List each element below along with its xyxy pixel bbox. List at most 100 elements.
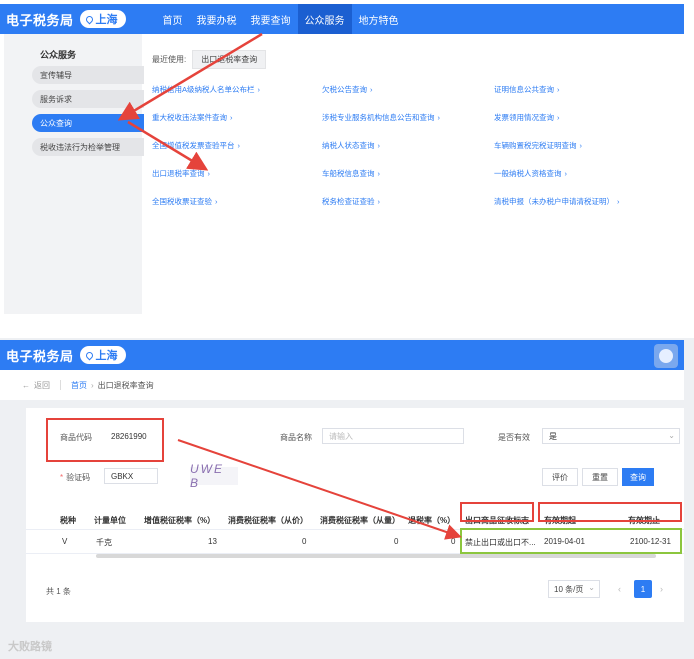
- recent-chip-export-rebate[interactable]: 出口退税率查询: [192, 50, 267, 69]
- link-text: 出口退税率查询: [152, 169, 205, 178]
- site-logo[interactable]: 电子税务局: [6, 346, 74, 365]
- cell-valid-from: 2019-04-01: [544, 537, 585, 546]
- link-general-taxpayer[interactable]: 一般纳税人资格查询 ›: [494, 168, 666, 196]
- valid-select-value: 是: [549, 431, 557, 441]
- user-icon: [659, 349, 673, 363]
- link-inspection-cert[interactable]: 税务检查证查验 ›: [322, 196, 494, 224]
- breadcrumb-current: 出口退税率查询: [97, 380, 154, 390]
- nav-home[interactable]: 首页: [156, 4, 190, 34]
- link-text: 全国增值税发票查验平台: [152, 141, 235, 150]
- breadcrumb-home[interactable]: 首页: [71, 380, 87, 391]
- link-vehicle-purchase-tax[interactable]: 车辆购置税完税证明查询 ›: [494, 140, 666, 168]
- captcha-label: * 验证码: [60, 472, 90, 483]
- cell-consumption-ad-valorem: 0: [302, 537, 307, 546]
- link-text: 一般纳税人资格查询: [494, 169, 562, 178]
- link-vat-invoice-check[interactable]: 全国增值税发票查验平台 ›: [152, 140, 322, 168]
- arrow-left-icon: ←: [22, 380, 30, 390]
- chevron-right-icon: ›: [557, 85, 560, 94]
- next-page-button[interactable]: ›: [660, 584, 663, 594]
- col-consumption-specific: 消费税征税率（从量）: [320, 516, 400, 525]
- link-export-rebate[interactable]: 出口退税率查询 ›: [152, 168, 322, 196]
- sidebar-item-violation-report[interactable]: 税收违法行为检举管理: [32, 138, 144, 156]
- link-major-violation[interactable]: 重大税收违法案件查询 ›: [152, 112, 322, 140]
- link-text: 清税申报（未办税户申请清税证明）: [494, 197, 614, 206]
- chevron-down-icon: ⌄: [668, 431, 675, 440]
- query-button[interactable]: 查询: [622, 468, 654, 486]
- user-avatar[interactable]: [654, 344, 678, 368]
- chevron-right-icon: ›: [377, 197, 381, 206]
- total-count: 共 1 条: [46, 587, 71, 596]
- back-button[interactable]: ← 返回: [22, 380, 50, 391]
- link-tax-agency[interactable]: 涉税专业服务机构信息公告和查询 ›: [322, 112, 494, 140]
- cell-unit: 千克: [96, 538, 112, 547]
- chevron-right-icon: ›: [215, 197, 218, 206]
- code-input[interactable]: 28261990: [104, 428, 246, 444]
- link-text: 车船税信息查询: [322, 169, 375, 178]
- evaluate-button[interactable]: 评价: [542, 468, 578, 486]
- chevron-right-icon: ›: [579, 141, 583, 150]
- col-consumption-ad-valorem: 消费税征税率（从价）: [228, 516, 308, 525]
- link-certificate-query[interactable]: 证明信息公共查询 ›: [494, 84, 666, 112]
- query-links: 纳税信用A级纳税人名单公布栏 › 欠税公告查询 › 证明信息公共查询 › 重大税收违法…: [152, 84, 682, 224]
- link-text: 涉税专业服务机构信息公告和查询: [322, 113, 435, 122]
- site-logo[interactable]: 电子税务局: [6, 10, 74, 29]
- divider: [60, 380, 61, 390]
- link-text: 纳税人状态查询: [322, 141, 375, 150]
- link-text: 纳税信用A级纳税人名单公布栏: [152, 85, 255, 94]
- chevron-right-icon: ›: [557, 113, 560, 122]
- page-number-current[interactable]: 1: [634, 580, 652, 598]
- location-label: 上海: [95, 350, 118, 362]
- cell-rebate-rate: 0: [451, 537, 456, 546]
- link-text: 发票领用情况查询: [494, 113, 554, 122]
- col-unit: 计量单位: [94, 516, 126, 525]
- link-row: 出口退税率查询 › 车船税信息查询 › 一般纳税人资格查询 ›: [152, 168, 682, 196]
- link-tax-clearance[interactable]: 清税申报（未办税户申请清税证明） ›: [494, 196, 666, 224]
- prev-page-button[interactable]: ‹: [618, 584, 621, 594]
- link-row: 全国增值税发票查验平台 › 纳税人状态查询 › 车辆购置税完税证明查询 ›: [152, 140, 682, 168]
- cell-tax-type: V: [62, 537, 68, 546]
- sidebar-item-promotion[interactable]: 宣传辅导: [32, 66, 144, 84]
- name-input[interactable]: 请输入: [322, 428, 464, 444]
- valid-select[interactable]: 是 ⌄: [542, 428, 680, 444]
- location-selector[interactable]: 上海: [79, 10, 126, 28]
- captcha-image[interactable]: UWE B: [190, 462, 238, 490]
- cell-export-flag: 禁止出口或出口不...: [465, 538, 536, 547]
- col-valid-from: 有效期起: [544, 516, 576, 525]
- captcha-input[interactable]: GBKX: [104, 468, 158, 484]
- link-text: 车辆购置税完税证明查询: [494, 141, 577, 150]
- horizontal-scrollbar[interactable]: [96, 554, 656, 558]
- location-pin-icon: [84, 14, 94, 24]
- chevron-right-icon: ›: [207, 169, 211, 178]
- col-export-flag: 出口商品征收标志: [465, 516, 529, 525]
- watermark: 大败路镜: [8, 641, 52, 653]
- back-label: 返回: [34, 380, 50, 390]
- sidebar: 公众服务 宣传辅导 服务诉求 公众查询 税收违法行为检举管理: [4, 34, 144, 314]
- required-star: *: [60, 473, 64, 482]
- valid-label: 是否有效: [498, 433, 530, 442]
- link-row: 纳税信用A级纳税人名单公布栏 › 欠税公告查询 › 证明信息公共查询 ›: [152, 84, 682, 112]
- nav-local-features[interactable]: 地方特色: [352, 4, 406, 34]
- nav-query[interactable]: 我要查询: [244, 4, 298, 34]
- nav-tax-handling[interactable]: 我要办税: [190, 4, 244, 34]
- page-size-select[interactable]: 10 条/页 ⌄: [548, 580, 600, 598]
- col-vat-rate: 增值税征税率（%）: [144, 516, 216, 525]
- link-invoice-usage[interactable]: 发票领用情况查询 ›: [494, 112, 666, 140]
- sidebar-item-service-request[interactable]: 服务诉求: [32, 90, 144, 108]
- reset-button[interactable]: 重置: [582, 468, 618, 486]
- nav-public-services[interactable]: 公众服务: [297, 4, 352, 34]
- location-pin-icon: [84, 350, 94, 360]
- link-taxpayer-status[interactable]: 纳税人状态查询 ›: [322, 140, 494, 168]
- page-size-value: 10 条/页: [554, 584, 584, 594]
- top-nav-bar: 电子税务局 上海: [0, 340, 684, 370]
- code-label: 商品代码: [60, 433, 92, 442]
- chevron-right-icon: ›: [370, 85, 373, 94]
- link-tax-arrears[interactable]: 欠税公告查询 ›: [322, 84, 494, 112]
- link-vessel-tax[interactable]: 车船税信息查询 ›: [322, 168, 494, 196]
- link-tax-voucher-check[interactable]: 全国税收票证查验 ›: [152, 196, 322, 224]
- location-selector[interactable]: 上海: [79, 346, 126, 364]
- sidebar-item-public-query[interactable]: 公众查询: [32, 114, 144, 132]
- screen-public-services: 电子税务局 上海 首页 我要办税 我要查询 公众服务 地方特色 公众服务 宣传辅…: [0, 0, 694, 318]
- link-credit-a-list[interactable]: 纳税信用A级纳税人名单公布栏 ›: [152, 84, 322, 112]
- chevron-right-icon: ›: [237, 141, 241, 150]
- screen-export-rebate-query: 电子税务局 上海 ← 返回 首页 › 出口退税率查询 商品代码 28261990…: [0, 338, 694, 659]
